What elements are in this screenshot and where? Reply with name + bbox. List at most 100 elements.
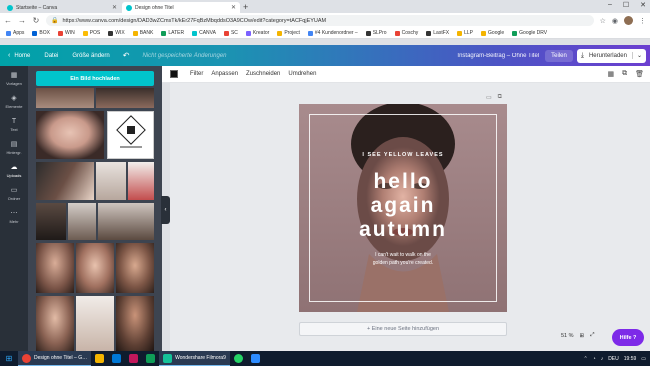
taskbar-app-pinned[interactable] xyxy=(142,351,159,366)
bookmark-item[interactable]: CANVA xyxy=(189,30,219,36)
rail-item-background[interactable]: ▤ Hintergr. xyxy=(0,138,28,158)
taskbar-app-chrome[interactable]: Design ohne Titel – G… xyxy=(18,351,92,366)
upload-thumbnail[interactable] xyxy=(36,243,74,293)
avatar[interactable] xyxy=(624,16,633,25)
upload-thumbnail[interactable] xyxy=(116,243,154,293)
extension-icon[interactable]: ◉ xyxy=(612,17,618,25)
upload-thumbnail[interactable] xyxy=(96,162,126,200)
upload-thumbnail[interactable] xyxy=(36,88,94,108)
taskbar-app-pinned[interactable] xyxy=(230,351,247,366)
chevron-down-icon[interactable]: ⌄ xyxy=(631,52,642,59)
bookmark-item[interactable]: Google DRV xyxy=(509,30,550,36)
bookmark-item[interactable]: #4 Kundenordner – xyxy=(305,30,361,36)
undo-icon[interactable]: ↶ xyxy=(117,51,136,60)
home-button[interactable]: Home xyxy=(12,53,37,59)
windows-start-icon[interactable]: ⊞ xyxy=(0,351,18,366)
taskbar-app-filmora[interactable]: Wondershare Filmora9 xyxy=(159,351,230,366)
download-button[interactable]: ⤓ Herunterladen ⌄ xyxy=(576,48,646,63)
design-headline-line[interactable]: hello xyxy=(299,170,507,194)
taskbar-app-pinned[interactable] xyxy=(91,351,108,366)
design-subtitle-line[interactable]: golden path you're created. xyxy=(299,259,507,267)
duplicate-page-icon[interactable]: ⧉ xyxy=(498,94,502,101)
bookmark-item[interactable]: SLPro xyxy=(363,30,390,36)
design-subtitle-line[interactable]: I can't wait to walk on the xyxy=(299,251,507,259)
upload-thumbnail[interactable] xyxy=(76,243,114,293)
adjust-button[interactable]: Anpassen xyxy=(207,71,242,77)
bookmark-item[interactable]: LastFX xyxy=(423,30,452,36)
upload-thumbnail[interactable] xyxy=(128,162,154,200)
chevron-up-icon[interactable]: ⌃ xyxy=(583,356,587,362)
bookmark-item[interactable]: WIX xyxy=(105,30,127,36)
browser-tab-design[interactable]: Design ohne Titel ✕ xyxy=(122,2,240,13)
language-indicator[interactable]: DEU xyxy=(608,356,619,362)
trash-icon[interactable]: 🗑 xyxy=(635,70,644,78)
collapse-panel-handle[interactable]: ‹ xyxy=(161,196,170,224)
close-tab-icon[interactable]: ✕ xyxy=(112,4,117,11)
bookmark-item[interactable]: Apps xyxy=(3,30,27,36)
url-input[interactable]: 🔒 https://www.canva.com/design/DAD3wZCms… xyxy=(46,15,594,26)
upload-thumbnail[interactable] xyxy=(107,111,154,159)
upload-thumbnail[interactable] xyxy=(96,88,154,108)
upload-thumbnail[interactable] xyxy=(68,203,96,240)
notification-icon[interactable]: ▭ xyxy=(641,356,646,362)
maximize-icon[interactable]: ☐ xyxy=(623,1,629,9)
filter-button[interactable]: Filter xyxy=(186,71,207,77)
close-window-icon[interactable]: ✕ xyxy=(640,1,646,9)
minimize-icon[interactable]: – xyxy=(608,1,612,9)
resize-button[interactable]: Größe ändern xyxy=(65,53,116,59)
fullscreen-icon[interactable]: ⤢ xyxy=(590,332,594,339)
bookmark-item[interactable]: Kreator xyxy=(243,30,272,36)
upload-thumbnail[interactable] xyxy=(116,296,154,351)
rail-item-text[interactable]: T Text xyxy=(0,115,28,135)
add-page-button[interactable]: + Eine neue Seite hinzufügen xyxy=(299,322,507,336)
bookmark-item[interactable]: SC xyxy=(221,30,241,36)
rail-item-templates[interactable]: ▦ Vorlagen xyxy=(0,69,28,89)
browser-tab-startseite[interactable]: Startseite – Canva ✕ xyxy=(3,2,121,13)
star-icon[interactable]: ☆ xyxy=(600,17,606,25)
taskbar-app-pinned[interactable] xyxy=(125,351,142,366)
upload-thumbnail[interactable] xyxy=(36,203,66,240)
bookmark-item[interactable]: BOX xyxy=(29,30,53,36)
reload-icon[interactable]: ↻ xyxy=(32,16,40,25)
upload-thumbnail[interactable] xyxy=(76,296,114,351)
bookmark-item[interactable]: LLP xyxy=(454,30,476,36)
bookmark-item[interactable]: Coschy xyxy=(392,30,422,36)
copy-icon[interactable]: ⧉ xyxy=(622,70,627,78)
bookmark-item[interactable]: WIN xyxy=(55,30,78,36)
upload-thumbnail[interactable] xyxy=(36,111,104,159)
close-tab-icon[interactable]: ✕ xyxy=(231,4,236,11)
crop-button[interactable]: Zuschneiden xyxy=(242,71,284,77)
file-menu-button[interactable]: Datei xyxy=(37,53,65,59)
upload-thumbnail[interactable] xyxy=(98,203,154,240)
menu-icon[interactable]: ⋮ xyxy=(639,17,646,25)
flip-button[interactable]: Umdrehen xyxy=(284,71,320,77)
document-title[interactable]: Instagram-Beitrag – Ohne Titel xyxy=(451,53,545,59)
network-icon[interactable]: ◔ xyxy=(593,356,596,362)
design-kicker-text[interactable]: I SEE YELLOW LEAVES xyxy=(299,152,507,158)
rail-item-more[interactable]: ⋯ Mehr xyxy=(0,207,28,227)
new-tab-button[interactable]: + xyxy=(243,2,248,12)
help-button[interactable]: Hilfe ? xyxy=(612,329,644,346)
clock[interactable]: 19:59 xyxy=(624,356,637,362)
taskbar-app-pinned[interactable] xyxy=(247,351,264,366)
forward-icon[interactable]: → xyxy=(18,16,26,25)
color-swatch[interactable] xyxy=(170,70,178,78)
volume-icon[interactable]: ♪ xyxy=(601,356,604,362)
bookmark-item[interactable]: Project xyxy=(274,30,303,36)
zoom-level[interactable]: 51 % xyxy=(561,333,574,339)
design-headline-line[interactable]: autumn xyxy=(299,218,507,242)
share-button[interactable]: Teilen xyxy=(545,49,573,62)
bookmark-item[interactable]: POS xyxy=(80,30,104,36)
bookmark-item[interactable]: BANK xyxy=(130,30,157,36)
design-headline-line[interactable]: again xyxy=(299,194,507,218)
upload-image-button[interactable]: Ein Bild hochladen xyxy=(36,71,154,86)
chevron-left-icon[interactable]: ‹ xyxy=(0,52,12,59)
rail-item-folders[interactable]: ▭ Ordner xyxy=(0,184,28,204)
transparency-icon[interactable]: ▦ xyxy=(607,70,614,78)
rail-item-elements[interactable]: ◈ Elemente xyxy=(0,92,28,112)
bookmark-item[interactable]: LATER xyxy=(158,30,187,36)
comment-icon[interactable]: ▭ xyxy=(486,94,492,101)
upload-thumbnail[interactable] xyxy=(36,162,94,200)
bookmark-item[interactable]: Google xyxy=(478,30,507,36)
design-canvas[interactable]: I SEE YELLOW LEAVES hello again autumn I… xyxy=(299,104,507,312)
